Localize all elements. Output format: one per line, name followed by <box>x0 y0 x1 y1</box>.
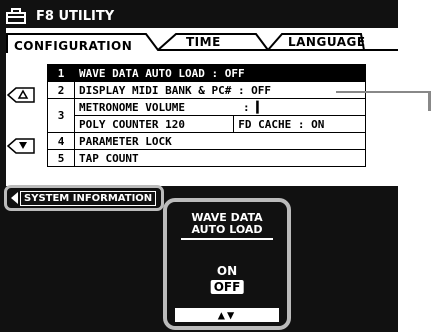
tab-bar: CONFIGURATION TIME LANGUAGE <box>6 32 398 54</box>
fd-cache-label[interactable]: FD CACHE : ON <box>233 115 366 133</box>
left-arrow-icon <box>11 192 18 204</box>
menu-item-poly-fd[interactable]: POLY COUNTER 120 FD CACHE : ON <box>48 115 366 133</box>
item-label: DISPLAY MIDI BANK & PC# : OFF <box>74 81 366 99</box>
menu-item-metronome-volume[interactable]: 3 METRONOME VOLUME: ▍ <box>47 98 366 133</box>
popup-title: WAVE DATA AUTO LOAD <box>191 211 263 236</box>
item-label: METRONOME VOLUME: ▍ <box>74 98 366 116</box>
poly-counter-label[interactable]: POLY COUNTER 120 <box>73 115 235 133</box>
item-number: 5 <box>47 149 75 167</box>
system-information-button[interactable]: SYSTEM INFORMATION <box>4 185 164 211</box>
item-label: PARAMETER LOCK <box>74 132 366 150</box>
option-off-selected[interactable]: OFF <box>210 280 244 294</box>
item-label: TAP COUNT <box>74 149 366 167</box>
system-information-label: SYSTEM INFORMATION <box>20 190 157 206</box>
item-number: 3 <box>47 98 75 133</box>
utility-menu: 1 WAVE DATA AUTO LOAD : OFF 2 DISPLAY MI… <box>47 64 366 167</box>
utility-icon <box>6 8 26 24</box>
scroll-up-button[interactable] <box>6 86 36 104</box>
option-on[interactable]: ON <box>167 264 287 278</box>
tab-time[interactable]: TIME <box>186 32 221 52</box>
page-title: F8 UTILITY <box>36 8 115 24</box>
scroll-down-button[interactable] <box>6 137 36 155</box>
tab-configuration[interactable]: CONFIGURATION <box>14 36 132 56</box>
up-down-button[interactable]: ▲▼ <box>175 308 279 322</box>
callout-line <box>336 91 431 93</box>
item-label: WAVE DATA AUTO LOAD : OFF <box>74 64 366 82</box>
item-number: 1 <box>47 64 75 82</box>
item-number: 4 <box>47 132 75 150</box>
item-number: 2 <box>47 81 75 99</box>
tab-language[interactable]: LANGUAGE <box>288 32 366 52</box>
popup-divider <box>181 238 273 240</box>
value-popup: WAVE DATA AUTO LOAD ON OFF ▲▼ <box>163 198 291 330</box>
menu-item-display-midi-bank[interactable]: 2 DISPLAY MIDI BANK & PC# : OFF <box>47 81 366 99</box>
header: F8 UTILITY <box>6 6 114 26</box>
up-down-arrows-icon: ▲▼ <box>217 308 237 322</box>
menu-item-wave-data-auto-load[interactable]: 1 WAVE DATA AUTO LOAD : OFF <box>47 64 366 82</box>
menu-item-tap-count[interactable]: 5 TAP COUNT <box>47 149 366 167</box>
menu-item-parameter-lock[interactable]: 4 PARAMETER LOCK <box>47 132 366 150</box>
